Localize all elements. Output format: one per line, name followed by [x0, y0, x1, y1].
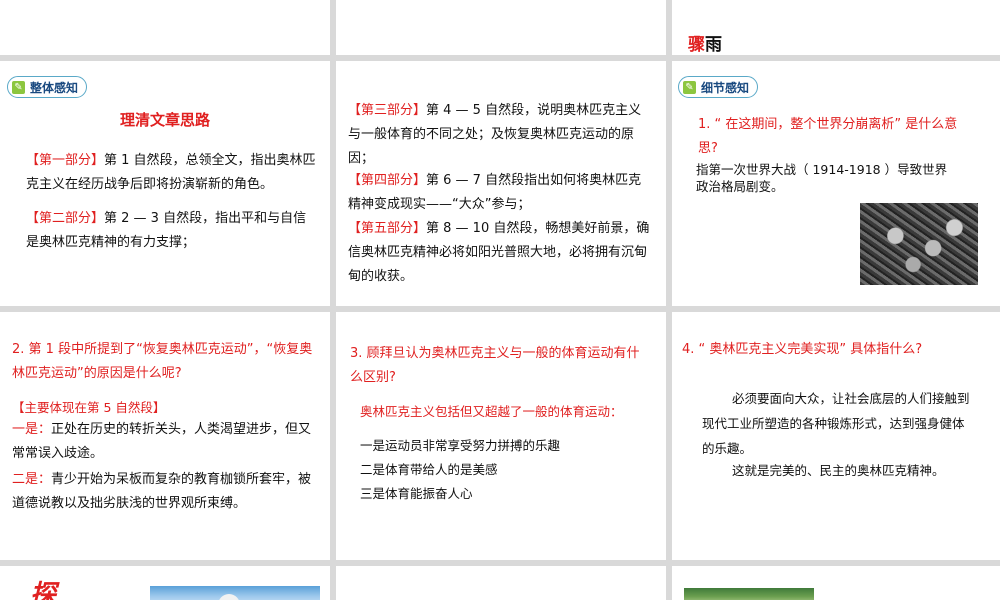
item-tag: 二是： [12, 472, 52, 487]
slide-structure-1[interactable]: ✎ 整体感知 理清文章思路 【第一部分】第 1 自然段，总领全文，指出奥林匹克主… [0, 61, 330, 306]
paragraph-part2: 【第二部分】第 2 — 3 自然段，指出平和与自信是奥林匹克精神的有力支撑； [26, 207, 316, 255]
slide-bottom-right[interactable] [672, 566, 1000, 600]
part-tag: 【第二部分】 [26, 211, 105, 226]
part-tag: 【第三部分】 [348, 103, 427, 118]
pencil-icon: ✎ [683, 80, 696, 94]
slide-top-middle[interactable] [336, 0, 666, 55]
distinction-item-1: 一是运动员非常享受努力拼搏的乐趣 [360, 438, 561, 453]
section-badge: ✎ 整体感知 [7, 76, 88, 98]
partial-photo [150, 586, 320, 600]
answer-text: 必须要面向大众，让社会底层的人们接触到现代工业所塑造的各种锻炼形式，达到强身健体… [702, 391, 970, 456]
title-dark-char: 雨 [705, 35, 722, 55]
badge-label: 细节感知 [701, 80, 750, 95]
war-photo [860, 203, 978, 285]
slide-question-4[interactable]: 4. “ 奥林匹克主义完美实现” 具体指什么? 必须要面向大众，让社会底层的人们… [672, 312, 1000, 560]
paragraph-part4: 【第四部分】第 6 — 7 自然段指出如何将奥林匹克精神变成现实——“大众”参与… [348, 169, 654, 217]
question-text: 2. 第 1 段中所提到了“恢复奥林匹克运动”，“恢复奥林匹克运动”的原因是什么… [12, 342, 313, 381]
slide-top-left[interactable] [0, 0, 330, 55]
answer-conclusion: 这就是完美的、民主的奥林匹克精神。 [732, 463, 945, 478]
reason-item-2: 二是：青少开始为呆板而复杂的教育枷锁所套牢，被道德说教以及拙劣肤浅的世界观所束缚… [12, 468, 318, 516]
paragraph-part5: 【第五部分】第 8 — 10 自然段，畅想美好前景，确信奥林匹克精神必将如阳光普… [348, 217, 654, 289]
paragraph-part3: 【第三部分】第 4 — 5 自然段，说明奥林匹克主义与一般体育的不同之处；及恢复… [348, 99, 654, 171]
item-tag: 一是： [12, 422, 52, 437]
slide-title: 骤雨 [688, 34, 722, 55]
badge-label: 整体感知 [30, 80, 79, 95]
partial-photo [684, 588, 814, 600]
sub-heading: 【主要体现在第 5 自然段】 [12, 400, 166, 415]
slide-question-3[interactable]: 3. 顾拜旦认为奥林匹克主义与一般的体育运动有什么区别? 奥林匹克主义包括但又超… [336, 312, 666, 560]
reason-item-1: 一是：正处在历史的转折关头，人类渴望进步，但又常常误入歧途。 [12, 418, 318, 466]
title-red-char: 骤 [688, 35, 705, 55]
slide-bottom-middle[interactable] [336, 566, 666, 600]
answer-text: 指第一次世界大战（ 1914-1918 ）导致世界政治格局剧变。 [696, 162, 948, 194]
slide-question-2[interactable]: 2. 第 1 段中所提到了“恢复奥林匹克运动”，“恢复奥林匹克运动”的原因是什么… [0, 312, 330, 560]
paragraph-part1: 【第一部分】第 1 自然段，总领全文，指出奥林匹克主义在经历战争后即将扮演崭新的… [26, 149, 316, 197]
part-tag: 【第一部分】 [26, 153, 105, 168]
section-badge: ✎ 细节感知 [678, 76, 759, 98]
distinction-item-3: 三是体育能振奋人心 [360, 486, 473, 501]
slide-bottom-left[interactable]: 探 [0, 566, 330, 600]
partial-title: 探 [30, 580, 57, 600]
item-text: 正处在历史的转折关头，人类渴望进步，但又常常误入歧途。 [12, 422, 312, 461]
part-tag: 【第四部分】 [348, 173, 427, 188]
slide-top-right[interactable]: 骤雨 [672, 0, 1000, 55]
slide-heading: 理清文章思路 [119, 111, 210, 129]
question-text: 4. “ 奥林匹克主义完美实现” 具体指什么? [682, 342, 923, 357]
slide-detail-1[interactable]: ✎ 细节感知 1. “ 在这期间，整个世界分崩离析” 是什么意思? 指第一次世界… [672, 61, 1000, 306]
part-tag: 【第五部分】 [348, 221, 427, 236]
question-text: 1. “ 在这期间，整个世界分崩离析” 是什么意思? [698, 117, 958, 156]
item-text: 青少开始为呆板而复杂的教育枷锁所套牢，被道德说教以及拙劣肤浅的世界观所束缚。 [12, 472, 312, 511]
question-text: 3. 顾拜旦认为奥林匹克主义与一般的体育运动有什么区别? [350, 346, 640, 385]
slide-structure-2[interactable]: 【第三部分】第 4 — 5 自然段，说明奥林匹克主义与一般体育的不同之处；及恢复… [336, 61, 666, 306]
pencil-icon: ✎ [12, 80, 25, 94]
distinction-item-2: 二是体育带给人的是美感 [360, 462, 498, 477]
lead-text: 奥林匹克主义包括但又超越了一般的体育运动： [360, 404, 623, 419]
